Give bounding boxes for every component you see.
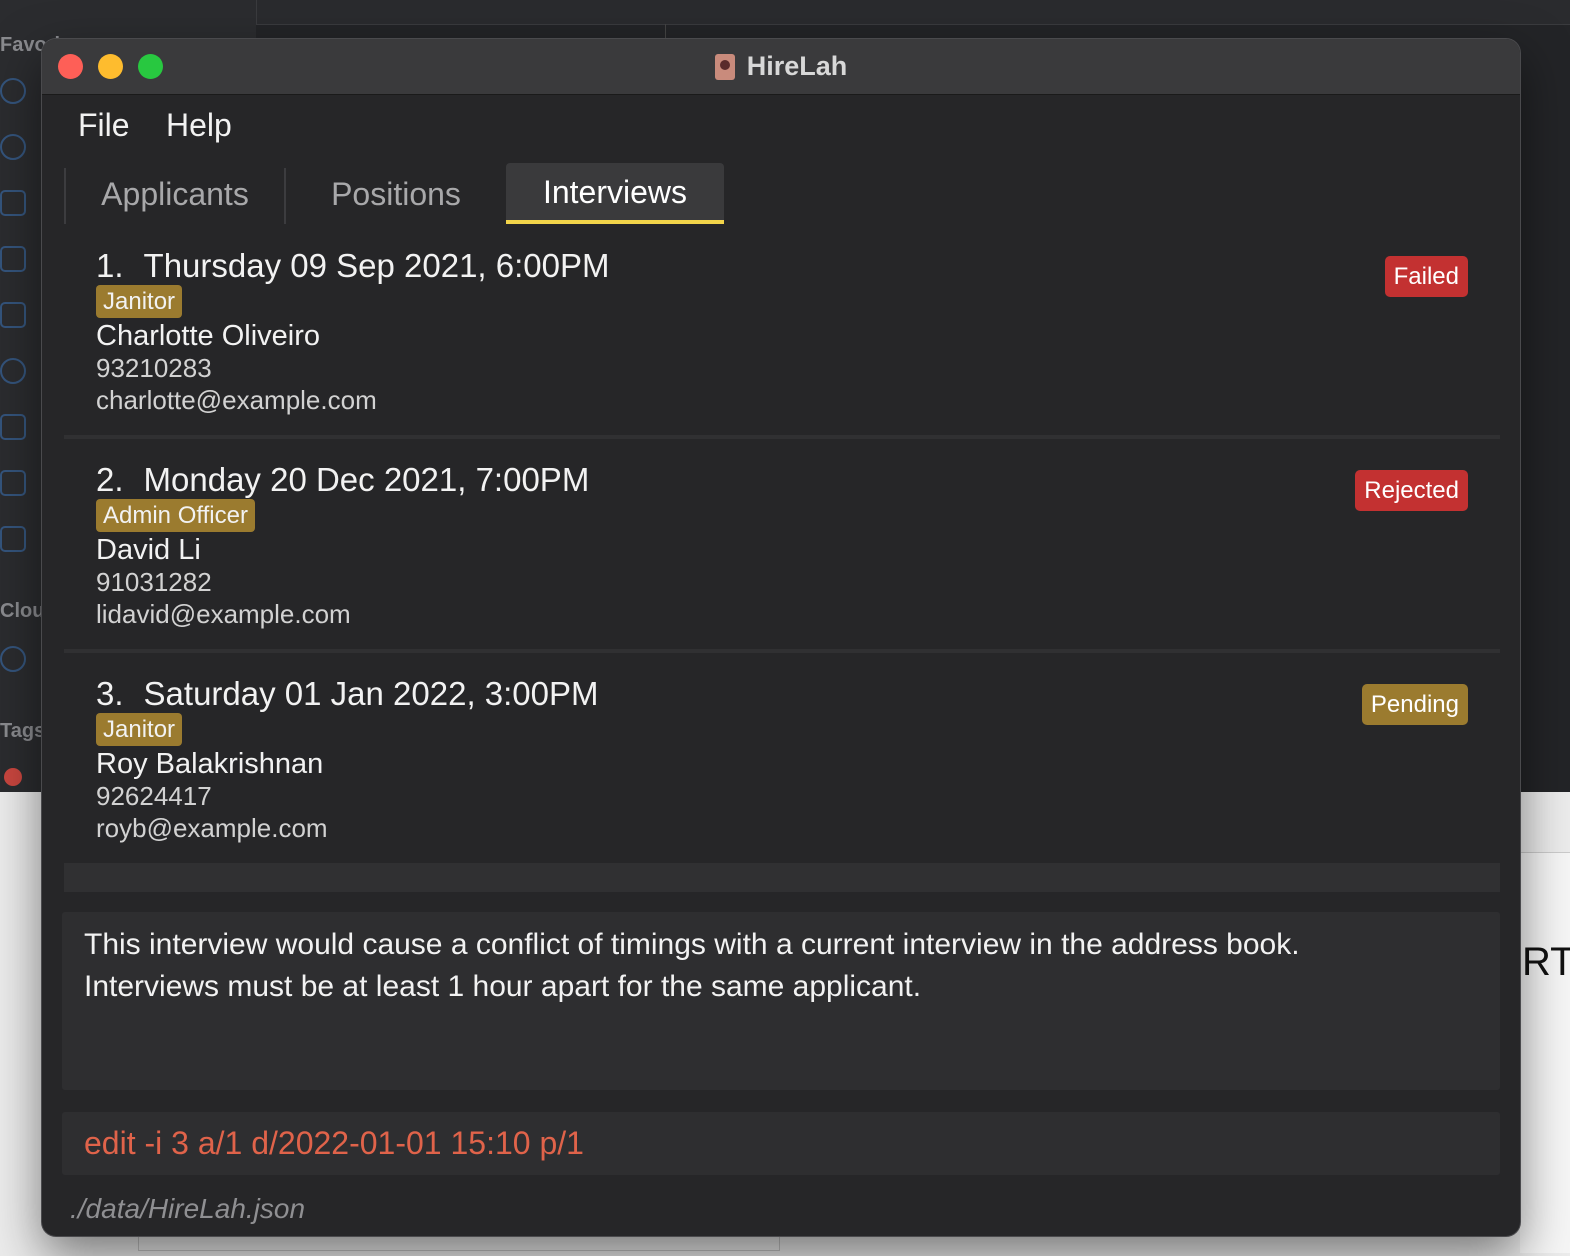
finder-divider [665, 24, 666, 40]
interview-datetime: Monday 20 Dec 2021, 7:00PM [143, 461, 590, 498]
recents-icon [0, 134, 26, 160]
folder-icon [0, 526, 26, 552]
applicant-email: charlotte@example.com [96, 385, 377, 415]
app-icon [714, 53, 735, 80]
tab-applicants[interactable]: Applicants [100, 164, 250, 224]
interview-list[interactable]: 1. Thursday 09 Sep 2021, 6:00PM Janitor C… [64, 225, 1500, 892]
applicant-email: royb@example.com [96, 813, 328, 843]
applicant-name: Roy Balakrishnan [96, 748, 324, 780]
background-window-strip [1520, 852, 1570, 1253]
interview-index: 3. [96, 675, 124, 712]
icloud-icon [0, 646, 26, 672]
status-badge: Rejected [1355, 470, 1468, 511]
command-box [62, 1112, 1500, 1175]
pictures-icon [0, 470, 26, 496]
position-tag: Janitor [96, 285, 183, 318]
title-bar[interactable]: HireLah [42, 39, 1520, 95]
command-input[interactable] [82, 1112, 1486, 1175]
window-title: HireLah [746, 51, 848, 81]
interview-title: 2. Monday 20 Dec 2021, 7:00PM [96, 461, 589, 499]
interview-index: 2. [96, 461, 124, 498]
desktop-icon [0, 246, 26, 272]
tab-separator [64, 168, 66, 224]
applicant-name: Charlotte Oliveiro [96, 320, 321, 352]
title-group: HireLah [42, 39, 1520, 94]
result-display[interactable]: This interview would cause a conflict of… [62, 912, 1500, 1090]
interview-card[interactable]: 1. Thursday 09 Sep 2021, 6:00PM Janitor C… [64, 225, 1500, 435]
tab-interviews[interactable]: Interviews [506, 163, 724, 222]
interview-card[interactable]: 2. Monday 20 Dec 2021, 7:00PM Admin Offic… [64, 439, 1500, 649]
result-line: This interview would cause a conflict of… [84, 928, 1300, 961]
result-line: Interviews must be at least 1 hour apart… [84, 970, 922, 1003]
interview-datetime: Saturday 01 Jan 2022, 3:00PM [143, 675, 599, 712]
downloads-icon [0, 358, 26, 384]
tab-bar: Applicants Positions Interviews [64, 163, 1504, 226]
position-tag: Admin Officer [96, 499, 255, 532]
result-message: This interview would cause a conflict of… [84, 924, 1484, 1008]
airdrop-icon [0, 78, 26, 104]
tab-positions[interactable]: Positions [328, 164, 464, 224]
menu-bar: File Help [42, 95, 1520, 155]
finder-section-cloud: Clou [0, 600, 45, 622]
background-window-box [138, 1236, 780, 1251]
position-tag: Janitor [96, 713, 183, 746]
interview-title: 3. Saturday 01 Jan 2022, 3:00PM [96, 675, 599, 713]
status-badge: Failed [1384, 256, 1468, 297]
app-window: HireLah File Help Applicants Positions I… [42, 39, 1520, 1236]
menu-help[interactable]: Help [166, 107, 232, 144]
tag-red-icon [4, 768, 22, 786]
background-window-text: RT_ [1522, 940, 1570, 984]
status-badge: Pending [1361, 684, 1468, 725]
tab-selected-indicator [506, 220, 724, 224]
interview-datetime: Thursday 09 Sep 2021, 6:00PM [143, 247, 610, 284]
interview-title: 1. Thursday 09 Sep 2021, 6:00PM [96, 247, 610, 285]
finder-section-tags: Tags [0, 720, 46, 742]
interview-index: 1. [96, 247, 124, 284]
finder-toolbar [256, 0, 1570, 25]
applicant-name: David Li [96, 534, 201, 566]
tab-separator [284, 168, 286, 224]
interview-card[interactable]: 3. Saturday 01 Jan 2022, 3:00PM Janitor R… [64, 653, 1500, 863]
applicant-phone: 92624417 [96, 781, 212, 811]
applicant-phone: 93210283 [96, 353, 212, 383]
applicant-phone: 91031282 [96, 567, 212, 597]
status-bar-file-path: ./data/HireLah.json [70, 1193, 306, 1224]
menu-file[interactable]: File [78, 107, 130, 144]
documents-icon [0, 302, 26, 328]
applications-icon [0, 190, 26, 216]
home-icon [0, 414, 26, 440]
applicant-email: lidavid@example.com [96, 599, 351, 629]
